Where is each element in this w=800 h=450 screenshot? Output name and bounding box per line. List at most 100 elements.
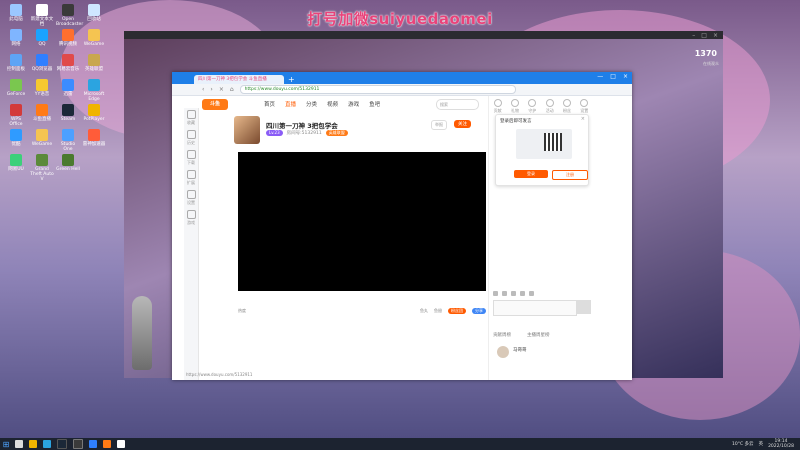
chat-tool-item[interactable]: 活动: [545, 99, 554, 114]
rail-label: 游戏: [187, 220, 195, 225]
desktop-icon[interactable]: Grand Theft Auto V: [30, 154, 54, 182]
desktop: 此电脑 新建文本文档 Open Broadcaster 回收站 网络 QQ 腾讯视频 WeGa…: [0, 0, 800, 438]
chat-tool-label: 活动: [545, 108, 554, 113]
taskbar: ⊞ 10°C 多云 英 19:14 2022/10/28: [0, 438, 800, 450]
desktop-icon[interactable]: 网易UU: [4, 154, 28, 172]
qr-area: [516, 129, 572, 159]
close-icon[interactable]: ×: [713, 32, 718, 39]
desktop-icon[interactable]: 网易云音乐: [56, 54, 80, 72]
back-icon[interactable]: ‹: [202, 86, 204, 93]
desktop-icon[interactable]: WPS Office: [4, 104, 28, 127]
rail-item[interactable]: 游戏: [184, 210, 198, 228]
desktop-icon[interactable]: QQ浏览器: [30, 54, 54, 72]
desktop-icon[interactable]: 雷神加速器: [82, 129, 106, 147]
desktop-icon-label: PotPlayer: [83, 117, 105, 122]
streaming-app-titlebar[interactable]: – □ ×: [124, 31, 723, 39]
category-badge[interactable]: 英雄联盟: [325, 130, 348, 136]
desktop-icon[interactable]: 英雄联盟: [82, 54, 106, 72]
streamer-avatar[interactable]: [234, 116, 260, 144]
file-explorer-icon[interactable]: [29, 440, 37, 448]
chat-tool-label: 设置: [580, 108, 589, 113]
search-icon[interactable]: [15, 440, 23, 448]
home-icon[interactable]: ⌂: [230, 86, 234, 93]
steam-icon[interactable]: [57, 439, 67, 449]
at-icon[interactable]: [529, 291, 534, 296]
nav-game[interactable]: 游戏: [348, 100, 359, 108]
gift-fin[interactable]: 鱼翅: [434, 308, 442, 314]
browser-taskbar-icon[interactable]: [89, 440, 97, 448]
desktop-icon[interactable]: WeGame: [30, 129, 54, 147]
weather-text[interactable]: 10°C 多云: [732, 441, 754, 447]
image-icon[interactable]: [511, 291, 516, 296]
video-player[interactable]: [238, 152, 486, 291]
tab-weekly-star[interactable]: 主播周星榜: [527, 332, 550, 338]
chat-tool-item[interactable]: 守护: [528, 99, 537, 114]
edge-icon[interactable]: [43, 440, 51, 448]
player-gift-bar: 热度 鱼丸 鱼翅 粉丝团 分享: [238, 306, 486, 315]
follow-button[interactable]: 关注: [454, 120, 471, 128]
nav-category[interactable]: 分类: [306, 100, 317, 108]
maximize-icon[interactable]: □: [701, 32, 707, 39]
report-button[interactable]: 举报: [431, 120, 447, 130]
tab-weekly-contribution[interactable]: 贡献周榜: [493, 332, 511, 338]
address-input[interactable]: https://www.douyu.com/5132911: [239, 85, 516, 94]
browser-close-icon[interactable]: ×: [623, 73, 628, 80]
login-button[interactable]: 登录: [514, 170, 548, 178]
rail-item[interactable]: 扩展: [184, 170, 198, 188]
gift-fishball[interactable]: 鱼丸: [420, 308, 428, 314]
rail-item[interactable]: 历史: [184, 130, 198, 148]
desktop-icon[interactable]: 迅雷: [56, 79, 80, 97]
obs-icon[interactable]: [73, 439, 83, 449]
windows-start-icon[interactable]: ⊞: [0, 438, 12, 450]
nav-home[interactable]: 首页: [264, 100, 275, 108]
desktop-icon[interactable]: 优酷: [4, 129, 28, 147]
fan-club-button[interactable]: 粉丝团: [448, 307, 466, 314]
rail-item[interactable]: 设置: [184, 190, 198, 208]
browser-tab[interactable]: 四川第一刀神 3把包学会 斗鱼直播: [194, 75, 284, 84]
browser-toolbar: ‹ › × ⌂ https://www.douyu.com/5132911: [172, 84, 632, 96]
chat-tool-item[interactable]: 粉丝: [562, 99, 571, 114]
close-icon[interactable]: ×: [581, 116, 585, 122]
nav-video[interactable]: 视频: [327, 100, 338, 108]
nav-yuba[interactable]: 鱼吧: [369, 100, 380, 108]
chat-input[interactable]: [493, 300, 577, 316]
ime-indicator[interactable]: 英: [759, 441, 764, 447]
rail-item[interactable]: 收藏: [184, 110, 198, 128]
douyu-logo[interactable]: 斗鱼: [202, 99, 228, 110]
new-tab-icon[interactable]: +: [288, 75, 295, 84]
browser-maximize-icon[interactable]: □: [610, 73, 616, 80]
chat-tool-item[interactable]: 设置: [580, 99, 589, 114]
desktop-icon[interactable]: Steam: [56, 104, 80, 122]
gift-icon[interactable]: [502, 291, 507, 296]
browser-minimize-icon[interactable]: —: [597, 73, 603, 80]
register-button[interactable]: 注册: [552, 170, 588, 180]
site-search-input[interactable]: 搜索: [436, 99, 479, 110]
share-button[interactable]: 分享: [472, 307, 486, 314]
clip-icon[interactable]: [520, 291, 525, 296]
chat-tool-item[interactable]: 礼物: [510, 99, 519, 114]
desktop-icon[interactable]: GeForce: [4, 79, 28, 97]
desktop-icon[interactable]: YY语音: [30, 79, 54, 97]
desktop-icon[interactable]: 斗鱼直播: [30, 104, 54, 122]
douyu-taskbar-icon[interactable]: [103, 440, 111, 448]
desktop-icon[interactable]: Studio One: [56, 129, 80, 152]
notepad-icon[interactable]: [117, 440, 125, 448]
desktop-icon[interactable]: 控制面板: [4, 54, 28, 72]
forward-icon[interactable]: ›: [210, 86, 212, 93]
rank-user-name[interactable]: 马哥哥: [513, 347, 527, 353]
rail-item[interactable]: 下载: [184, 150, 198, 168]
rank-user-avatar[interactable]: [497, 346, 509, 358]
nav-live[interactable]: 直播: [285, 100, 296, 108]
chat-tool-item[interactable]: 贡献: [493, 99, 502, 114]
emoji-icon[interactable]: [493, 291, 498, 296]
desktop-icon-label: Studio One: [60, 142, 76, 152]
minimize-icon[interactable]: –: [692, 32, 695, 39]
send-button[interactable]: [577, 300, 591, 314]
desktop-icon[interactable]: PotPlayer: [82, 104, 106, 122]
clock[interactable]: 19:14 2022/10/28: [768, 439, 794, 449]
desktop-icon[interactable]: Microsoft Edge: [82, 79, 106, 102]
rank-tabs: 贡献周榜 主播周星榜: [493, 332, 550, 338]
close-page-icon[interactable]: ×: [219, 86, 224, 93]
desktop-icon[interactable]: Green Hell: [56, 154, 80, 172]
chat-tool-icon: [493, 99, 502, 107]
